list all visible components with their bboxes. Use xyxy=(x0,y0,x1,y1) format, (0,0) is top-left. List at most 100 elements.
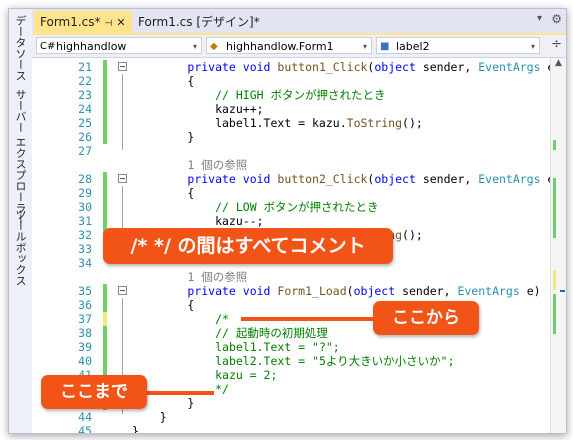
chevron-down-icon: ▾ xyxy=(362,42,367,51)
callout-all-comment: /* */ の間はすべてコメント xyxy=(103,228,393,264)
code-token: private void xyxy=(187,284,278,298)
code-token: kazu--; xyxy=(132,214,264,228)
change-indicator xyxy=(103,298,107,312)
field-icon: ■ xyxy=(380,41,390,52)
chevron-down-icon: ▾ xyxy=(192,42,197,51)
member-dropdown[interactable]: ■ label2 ▾ xyxy=(376,37,540,54)
code-line[interactable]: 35 private void Form1_Load(object sender… xyxy=(32,284,551,298)
document-tabs: Form1.cs* ⊣ ✕ Form1.cs [デザイン]* ▾ ⚙ xyxy=(32,9,566,35)
class-dropdown[interactable]: ◆ highhandlow.Form1 ▾ xyxy=(206,37,372,54)
collapse-icon[interactable] xyxy=(118,62,127,71)
code-token: { xyxy=(132,74,195,88)
line-number: 33 xyxy=(78,242,92,256)
change-indicator xyxy=(103,200,107,214)
line-number: 22 xyxy=(78,74,92,88)
change-indicator xyxy=(103,116,107,130)
change-indicator xyxy=(103,284,107,298)
scroll-marker xyxy=(553,178,556,238)
change-indicator xyxy=(103,102,107,116)
side-tab-data-sources[interactable]: データソース xyxy=(12,15,28,81)
code-text: // LOW ボタンが押されたとき xyxy=(132,200,378,214)
code-text: private void button2_Click(object sender… xyxy=(132,172,561,186)
code-token: (); xyxy=(402,228,423,242)
code-line[interactable]: 21 private void button1_Click(object sen… xyxy=(32,60,561,74)
vertical-scrollbar[interactable]: ▲ xyxy=(550,58,566,433)
code-line[interactable]: 30 // LOW ボタンが押されたとき xyxy=(32,200,551,214)
collapse-icon[interactable] xyxy=(118,286,127,295)
code-token: } xyxy=(132,130,195,144)
code-line[interactable]: 45} xyxy=(32,424,551,434)
code-line[interactable]: 28 private void button2_Click(object sen… xyxy=(32,172,561,186)
change-indicator xyxy=(103,88,107,102)
project-name: highhandlow xyxy=(56,40,127,53)
tab-label: Form1.cs* xyxy=(40,15,101,29)
line-number: 25 xyxy=(78,116,92,130)
tab-list-dropdown-icon[interactable]: ▾ xyxy=(537,13,542,24)
change-indicator xyxy=(103,214,107,228)
change-indicator xyxy=(103,74,107,88)
code-token: } xyxy=(132,410,167,424)
code-token: label1.Text = "?"; xyxy=(215,340,340,354)
code-text: // 起動時の初期処理 xyxy=(132,326,328,340)
tab-form1-code[interactable]: Form1.cs* ⊣ ✕ xyxy=(34,11,132,33)
code-line[interactable]: 1 個の参照 xyxy=(32,270,551,284)
line-number: 37 xyxy=(78,312,92,326)
code-line[interactable]: 24 kazu++; xyxy=(32,102,551,116)
line-number: 32 xyxy=(78,228,92,242)
code-text: } xyxy=(132,130,194,144)
pin-icon[interactable]: ⊣ xyxy=(105,19,113,29)
code-line[interactable]: 1 個の参照 xyxy=(32,158,551,172)
code-token: // 起動時の初期処理 xyxy=(215,326,328,340)
code-token: EventArgs xyxy=(457,284,520,298)
code-line[interactable]: 31 kazu--; xyxy=(32,214,551,228)
code-line[interactable]: 23 // HIGH ボタンが押されたとき xyxy=(32,88,551,102)
code-token: EventArgs xyxy=(478,60,541,74)
scroll-caret-marker xyxy=(560,290,565,292)
tab-label: Form1.cs [デザイン]* xyxy=(138,15,260,29)
code-line[interactable]: 22 { xyxy=(32,74,551,88)
code-line[interactable]: 25 label1.Text = kazu.ToString(); xyxy=(32,116,551,130)
code-token: { xyxy=(132,186,195,200)
code-text: kazu++; xyxy=(132,102,263,116)
code-line[interactable]: 29 { xyxy=(32,186,551,200)
code-token: ToString xyxy=(346,116,403,130)
code-token: 1 個の参照 xyxy=(132,270,248,284)
code-token: 1 個の参照 xyxy=(132,158,248,172)
close-icon[interactable]: ✕ xyxy=(116,16,125,29)
scroll-marker xyxy=(553,140,556,150)
code-text: kazu = 2; xyxy=(132,368,277,382)
code-line[interactable]: 44 } xyxy=(32,410,551,424)
code-token: } xyxy=(132,424,139,434)
code-text: { xyxy=(132,298,194,312)
tab-form1-designer[interactable]: Form1.cs [デザイン]* xyxy=(132,11,266,33)
code-line[interactable]: 39 label1.Text = "?"; xyxy=(32,340,551,354)
change-indicator xyxy=(103,326,107,340)
code-line[interactable]: 27 xyxy=(32,144,551,158)
split-window-icon[interactable]: ÷ xyxy=(551,37,562,52)
code-token: object xyxy=(374,172,416,186)
line-number: 45 xyxy=(78,424,92,434)
code-line[interactable]: 40 label2.Text = "5より大きいか小さいか"; xyxy=(32,354,551,368)
code-text: private void Form1_Load(object sender, E… xyxy=(132,284,540,298)
line-number: 38 xyxy=(78,326,92,340)
change-indicator xyxy=(103,340,107,354)
arrow-start xyxy=(241,317,375,321)
line-number: 40 xyxy=(78,354,92,368)
line-number: 23 xyxy=(78,88,92,102)
scroll-up-arrow-icon[interactable]: ▲ xyxy=(551,58,566,72)
project-dropdown[interactable]: C# highhandlow ▾ xyxy=(36,37,202,54)
line-number: 35 xyxy=(78,284,92,298)
callout-start: ここから xyxy=(373,301,479,335)
collapse-icon[interactable] xyxy=(118,174,127,183)
side-tab-server-explorer[interactable]: サーバー エクスプローラー xyxy=(12,89,28,225)
gear-icon[interactable]: ⚙ xyxy=(551,12,562,26)
code-text: } xyxy=(132,424,139,434)
chevron-down-icon: ▾ xyxy=(530,42,535,51)
code-line[interactable]: 26 } xyxy=(32,130,551,144)
side-tab-toolbox[interactable]: ツールボックス xyxy=(12,209,28,286)
